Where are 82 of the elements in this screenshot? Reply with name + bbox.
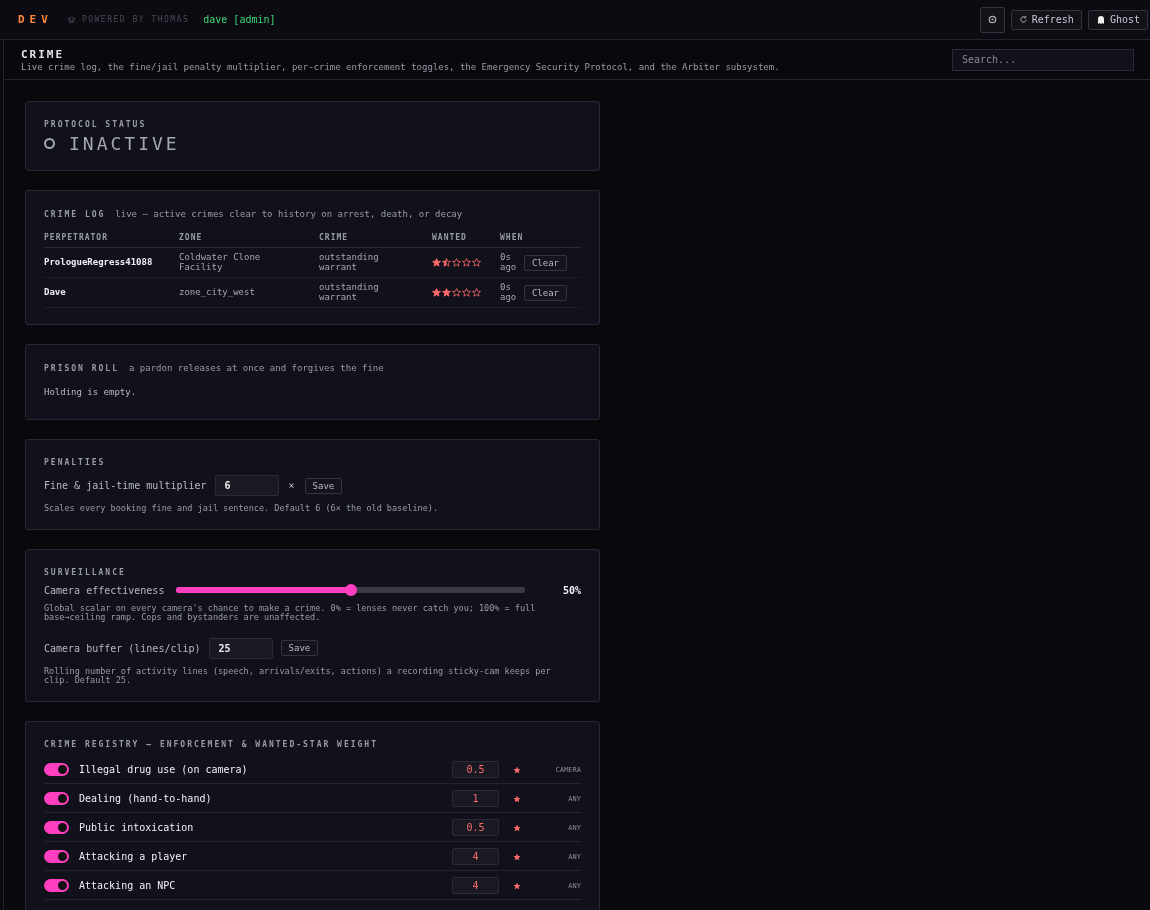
card-title: PENALTIES: [44, 458, 107, 467]
status-text: INACTIVE: [69, 133, 180, 154]
slider-value: 50%: [561, 584, 581, 596]
settings-button[interactable]: [979, 6, 1005, 33]
crime-name: Illegal drug use (on camera): [79, 764, 249, 776]
field-label: Camera buffer (lines/clip): [44, 642, 201, 654]
crime-name: Attacking a player: [79, 851, 189, 863]
clear-button[interactable]: Clear: [523, 254, 567, 271]
star-icon: [513, 765, 521, 774]
ghost-icon: [1095, 14, 1106, 25]
star-icon: [513, 794, 521, 803]
card-title: CRIME LOG: [44, 210, 106, 219]
clear-button[interactable]: Clear: [523, 284, 567, 301]
card-title: PRISON ROLL: [44, 364, 119, 373]
weight-field[interactable]: 0.5: [452, 819, 499, 837]
column-header: ZONE: [179, 229, 319, 248]
card-title: CRIME REGISTRY — ENFORCEMENT & WANTED-STAR WEIGHT: [44, 739, 379, 749]
user-label: dave [admin]: [203, 14, 276, 25]
star-icon: [432, 258, 441, 267]
table-cell: outstanding warrant: [319, 278, 432, 308]
weight-field[interactable]: 0.5: [452, 761, 499, 779]
star-icon: [462, 288, 471, 297]
save-button[interactable]: Save: [280, 640, 319, 657]
buffer-field[interactable]: 25: [208, 637, 273, 659]
refresh-icon: [1018, 15, 1028, 24]
card-note: live — active crimes clear to history on arrest, death, or decay: [115, 209, 463, 219]
help-text: Global scalar on every camera's chance to make a crime. 0% = lenses never catch you; 100% = full base→ceiling ramp. Cops and bystanders are unaffected.: [44, 603, 537, 622]
help-text: Scales every booking fine and jail sentence. Default 6 (6× the old baseline).: [44, 504, 440, 513]
settings-icon: [986, 14, 998, 25]
save-button[interactable]: Save: [304, 477, 343, 494]
star-icon: [432, 288, 441, 297]
slider-label: Camera effectiveness: [44, 584, 165, 596]
card-note: a pardon releases at once and forgives the fine: [129, 363, 384, 373]
star-icon: [513, 823, 521, 832]
table-cell: PrologueRegress41088: [44, 248, 179, 278]
weight-field[interactable]: 4: [452, 848, 499, 866]
time-text: 0s ago: [500, 253, 518, 272]
ghost-button[interactable]: Ghost: [1087, 9, 1148, 30]
star-icon: [472, 258, 481, 267]
star-icon: [442, 258, 451, 267]
weight-field[interactable]: 1: [452, 790, 499, 808]
star-icon: [513, 881, 521, 890]
page-title: CRIME: [21, 47, 66, 61]
star-icon: [462, 258, 471, 267]
slider-track[interactable]: [176, 587, 525, 594]
toggle-switch[interactable]: [44, 821, 69, 835]
card-title: SURVEILLANCE: [44, 567, 127, 577]
slider-thumb[interactable]: [344, 584, 357, 597]
help-text: Rolling number of activity lines (speech, arrivals/exits, actions) a recording sticky-cam keeps per clip. Default 25.: [44, 666, 552, 685]
field-label: Fine & jail-time multiplier: [44, 480, 207, 491]
star-icon: [472, 288, 481, 297]
star-icon: [513, 852, 521, 861]
toggle-switch[interactable]: [44, 763, 69, 777]
multiplier-field[interactable]: 6: [214, 475, 279, 496]
refresh-button[interactable]: Refresh: [1010, 9, 1082, 30]
column-header: PERPETRATOR: [44, 229, 179, 248]
column-header: CRIME: [319, 229, 432, 248]
page-subtitle: Live crime log, the fine/jail penalty multiplier, per-crime enforcement toggles, the Emergency Security Protocol, and the Arbiter subsystem.: [21, 61, 780, 72]
hat-icon: [66, 15, 76, 24]
star-icon: [452, 288, 461, 297]
crime-name: Attacking an NPC: [79, 880, 177, 892]
app-logo: DEV: [18, 13, 53, 26]
empty-message: Holding is empty.: [44, 387, 138, 397]
table-cell: Coldwater Clone Facility: [179, 248, 319, 278]
crime-name: Public intoxication: [79, 822, 195, 834]
toggle-switch[interactable]: [44, 792, 69, 806]
card-title: PROTOCOL STATUS: [44, 120, 148, 129]
column-header: WANTED: [432, 229, 500, 248]
toggle-switch[interactable]: [44, 879, 69, 893]
star-icon: [442, 288, 451, 297]
table-cell: Dave: [44, 278, 179, 308]
column-header: WHEN: [500, 229, 581, 248]
toggle-switch[interactable]: [44, 850, 69, 864]
crime-name: Dealing (hand-to-hand): [79, 793, 213, 805]
table-cell: outstanding warrant: [319, 248, 432, 278]
time-text: 0s ago: [500, 283, 518, 302]
weight-field[interactable]: 4: [452, 877, 499, 895]
search-field[interactable]: Search...: [952, 48, 1134, 71]
table-cell: zone_city_west: [179, 278, 319, 308]
unit-label: ×: [288, 480, 295, 491]
powered-by-text: POWERED BY THOMAS: [81, 15, 190, 24]
star-icon: [452, 258, 461, 267]
